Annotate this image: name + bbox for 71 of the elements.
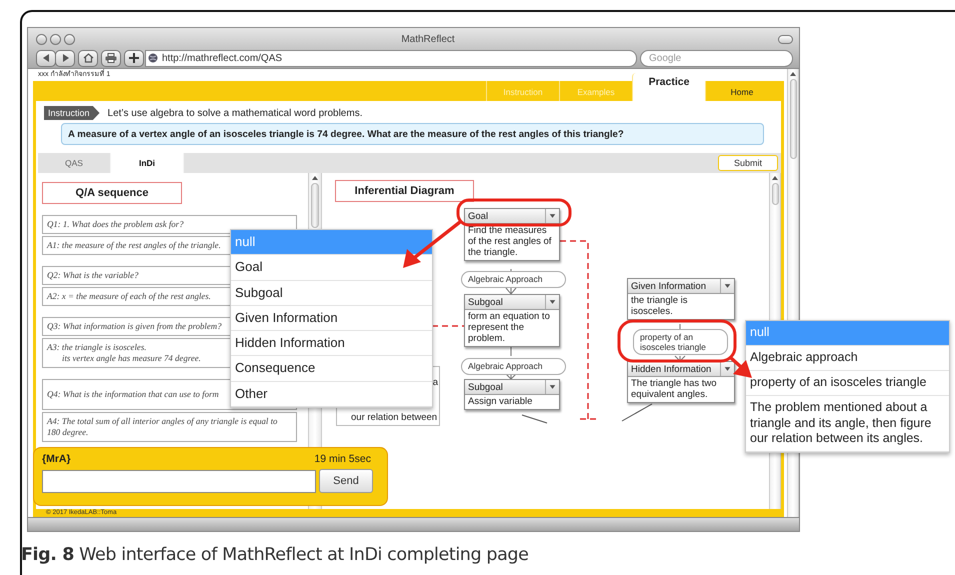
window-control-icon[interactable]: [64, 34, 75, 45]
connector-line: [522, 414, 548, 424]
scrollbar-thumb[interactable]: [790, 79, 796, 159]
node-text: The triangle has two equivalent angles.: [630, 377, 718, 402]
menu-item[interactable]: property of an isosceles triangle: [746, 371, 949, 396]
globe-icon: [148, 53, 158, 63]
problem-statement: A measure of a vertex angle of an isosceles triangle is 74 degree. What are the measure of the rest angles of this triangle?: [61, 123, 764, 145]
node-text: our relation between: [351, 412, 438, 424]
node-type-select[interactable]: Subgoal: [465, 380, 559, 395]
answer-box: A4: The total sum of all interior angles of any triangle is equal to 180 degree.: [42, 412, 297, 442]
connector-arrow: [674, 356, 686, 362]
menu-item[interactable]: Subgoal: [231, 280, 432, 306]
node-text: the triangle is isosceles.: [630, 294, 689, 319]
menu-item[interactable]: Given Information: [231, 306, 432, 331]
window-control-icon[interactable]: [36, 34, 47, 45]
send-button[interactable]: Send: [319, 469, 373, 493]
dashed-connector: [432, 325, 464, 327]
back-button[interactable]: [36, 50, 56, 66]
menu-item[interactable]: Goal: [231, 255, 432, 280]
plus-icon: [129, 53, 139, 63]
node-text: Assign variable: [467, 395, 534, 409]
node-type-select[interactable]: Hidden Information: [628, 362, 734, 377]
arrow: [730, 356, 752, 378]
scroll-up-icon[interactable]: [789, 71, 797, 77]
node-type-select[interactable]: Goal: [465, 209, 559, 224]
home-button[interactable]: [78, 50, 98, 66]
panel-title: Q/A sequence: [42, 182, 182, 204]
node-text: a: [432, 377, 439, 389]
connector-line: [622, 404, 652, 422]
toolbar-toggle-icon[interactable]: [778, 35, 793, 44]
panel-title: Inferential Diagram: [335, 180, 474, 202]
menu-item[interactable]: The problem mentioned about a triangle and its angle, then figure our relation between its angles.: [746, 396, 949, 452]
link-label[interactable]: Algebraic Approach: [461, 358, 566, 374]
right-triangle-icon: [62, 54, 68, 62]
scroll-up-icon[interactable]: [311, 175, 319, 181]
menu-item[interactable]: Other: [231, 382, 432, 407]
node-type-select[interactable]: Given Information: [628, 279, 734, 294]
search-field[interactable]: Google: [640, 50, 793, 66]
connector-line: [510, 346, 512, 356]
node-text: form an equation to represent the problem.: [467, 310, 551, 346]
arrow: [403, 220, 462, 268]
home-icon: [82, 53, 94, 63]
add-bookmark-button[interactable]: [124, 50, 144, 66]
node-text: Find the measures of the rest angles of the triangle.: [467, 224, 552, 260]
window-title: MathReflect: [400, 34, 456, 45]
connector-arrow: [506, 286, 516, 295]
connector-arrow: [506, 372, 516, 380]
node-type-select[interactable]: Subgoal: [465, 295, 559, 310]
window-control-icon[interactable]: [50, 34, 61, 45]
link-label[interactable]: property of an isosceles triangle: [633, 329, 728, 355]
instruction-text: Let’s use algebra to solve a mathematical word problems.: [108, 108, 362, 118]
scrollbar-thumb[interactable]: [310, 183, 320, 228]
chat-user: {MrA}: [42, 453, 71, 465]
forward-button[interactable]: [55, 50, 75, 66]
message-input[interactable]: [42, 470, 316, 492]
menu-item[interactable]: Consequence: [231, 356, 432, 382]
scrollbar-thumb[interactable]: [772, 183, 778, 205]
figure-caption: Fig. 8 Web interface of MathReflect at InDi completing page: [21, 545, 530, 565]
scroll-up-icon[interactable]: [771, 175, 779, 181]
instruction-label: Instruction: [44, 106, 100, 120]
view-tab[interactable]: InDi: [111, 153, 184, 173]
submit-button[interactable]: Submit: [718, 155, 778, 171]
menu-item[interactable]: Algebraic approach: [746, 346, 949, 371]
print-button[interactable]: [101, 50, 121, 66]
left-triangle-icon: [42, 54, 50, 62]
address-field[interactable]: http://mathreflect.com/QAS: [145, 50, 637, 66]
printer-icon: [105, 53, 117, 63]
timer-text: 19 min 5sec: [314, 453, 371, 465]
link-label[interactable]: Algebraic Approach: [461, 270, 566, 288]
menu-item[interactable]: Hidden Information: [231, 331, 432, 356]
nav-tab[interactable]: Practice: [632, 73, 705, 101]
